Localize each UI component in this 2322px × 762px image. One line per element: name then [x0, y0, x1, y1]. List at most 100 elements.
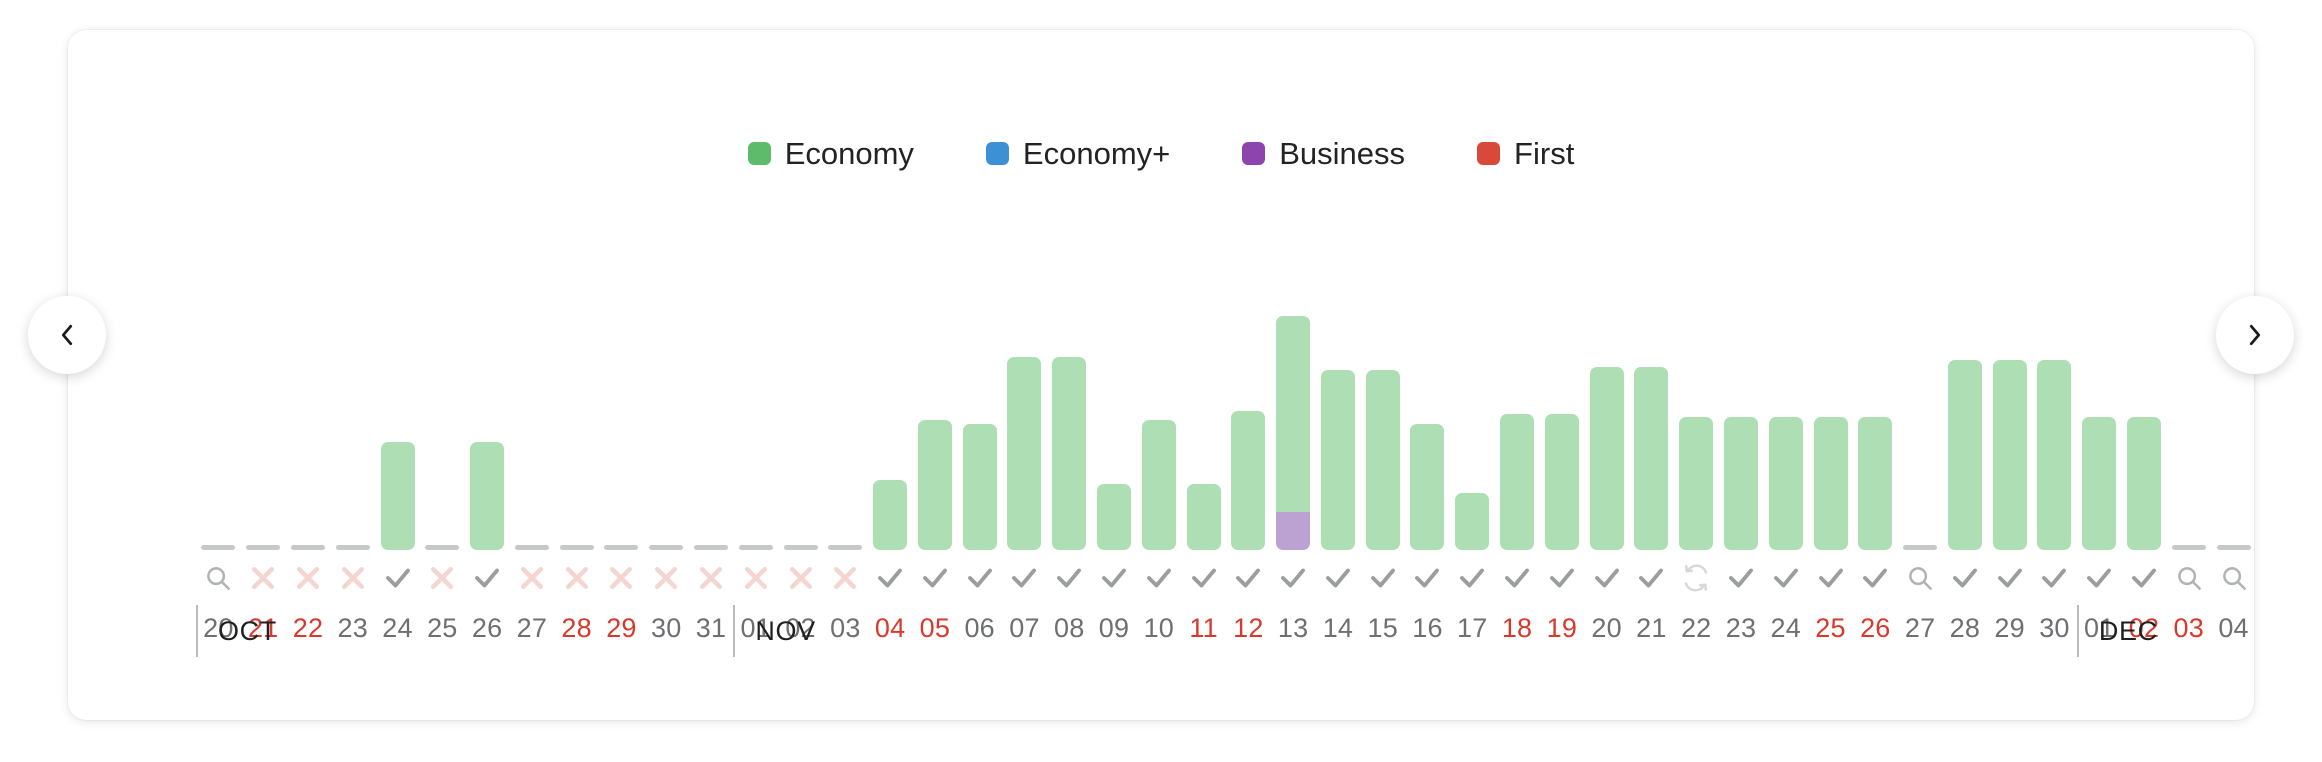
price-bar[interactable] [1858, 417, 1893, 550]
price-bar[interactable] [470, 442, 505, 550]
search-icon[interactable] [1898, 550, 1943, 606]
day-column[interactable]: 29 [1987, 280, 2032, 650]
day-column[interactable]: 31 [689, 280, 734, 650]
check-icon[interactable] [1002, 550, 1047, 606]
check-icon[interactable] [1136, 550, 1181, 606]
day-column[interactable]: 21 [241, 280, 286, 650]
day-column[interactable]: 16 [1405, 280, 1450, 650]
price-bar[interactable] [1141, 420, 1176, 550]
day-column[interactable]: 18 [1495, 280, 1540, 650]
price-bar[interactable] [2037, 360, 2072, 550]
cross-icon[interactable] [599, 550, 644, 606]
cross-icon[interactable] [330, 550, 375, 606]
price-bar[interactable] [1231, 411, 1266, 550]
check-icon[interactable] [1719, 550, 1764, 606]
day-column[interactable]: 05 [913, 280, 958, 650]
check-icon[interactable] [1405, 550, 1450, 606]
cross-icon[interactable] [689, 550, 734, 606]
price-bar[interactable] [1723, 417, 1758, 550]
check-icon[interactable] [1181, 550, 1226, 606]
check-icon[interactable] [1539, 550, 1584, 606]
cross-icon[interactable] [286, 550, 331, 606]
check-icon[interactable] [1942, 550, 1987, 606]
price-bar[interactable] [1768, 417, 1803, 550]
check-icon[interactable] [957, 550, 1002, 606]
check-icon[interactable] [1226, 550, 1271, 606]
day-column[interactable]: 13 [1271, 280, 1316, 650]
day-column[interactable]: 04 [868, 280, 913, 650]
price-bar[interactable] [2082, 417, 2117, 550]
cross-icon[interactable] [644, 550, 689, 606]
price-bar[interactable] [1052, 357, 1087, 550]
day-column[interactable]: 25 [1808, 280, 1853, 650]
day-column[interactable]: 11 [1181, 280, 1226, 650]
cross-icon[interactable] [509, 550, 554, 606]
check-icon[interactable] [1450, 550, 1495, 606]
next-week-button[interactable] [2216, 296, 2294, 374]
check-icon[interactable] [1271, 550, 1316, 606]
price-bar[interactable] [1589, 367, 1624, 550]
cross-icon[interactable] [733, 550, 778, 606]
price-bar[interactable] [873, 480, 908, 550]
search-icon[interactable] [2166, 550, 2211, 606]
price-bar[interactable] [1276, 316, 1311, 550]
price-bar[interactable] [1007, 357, 1042, 550]
legend-economy[interactable]: Economy [747, 138, 914, 169]
legend-business[interactable]: Business [1242, 138, 1405, 169]
price-bar[interactable] [1992, 360, 2027, 550]
day-column[interactable]: 06 [957, 280, 1002, 650]
cross-icon[interactable] [823, 550, 868, 606]
price-bar[interactable] [1679, 417, 1714, 550]
price-bar[interactable] [1097, 484, 1132, 550]
price-bar[interactable] [962, 424, 997, 550]
check-icon[interactable] [465, 550, 510, 606]
day-column[interactable]: 20 [1584, 280, 1629, 650]
day-column[interactable]: 26 [1853, 280, 1898, 650]
day-column[interactable]: 10 [1136, 280, 1181, 650]
check-icon[interactable] [1092, 550, 1137, 606]
day-column[interactable]: 01 [733, 280, 778, 650]
day-column[interactable]: 03 [2166, 280, 2211, 650]
day-column[interactable]: 09 [1092, 280, 1137, 650]
cross-icon[interactable] [778, 550, 823, 606]
day-column[interactable]: 30 [644, 280, 689, 650]
day-column[interactable]: 14 [1316, 280, 1361, 650]
legend-first[interactable]: First [1477, 138, 1574, 169]
day-column[interactable]: 20 [196, 280, 241, 650]
search-icon[interactable] [2211, 550, 2256, 606]
check-icon[interactable] [375, 550, 420, 606]
check-icon[interactable] [868, 550, 913, 606]
check-icon[interactable] [1360, 550, 1405, 606]
price-bar[interactable] [380, 442, 415, 550]
price-bar[interactable] [1455, 493, 1490, 550]
cross-icon[interactable] [420, 550, 465, 606]
price-bar[interactable] [1947, 360, 1982, 550]
check-icon[interactable] [1629, 550, 1674, 606]
price-bar[interactable] [1320, 370, 1355, 550]
day-column[interactable]: 27 [1898, 280, 1943, 650]
day-column[interactable]: 28 [554, 280, 599, 650]
day-column[interactable]: 26 [465, 280, 510, 650]
search-icon[interactable] [196, 550, 241, 606]
cross-icon[interactable] [241, 550, 286, 606]
refresh-icon[interactable] [1674, 550, 1719, 606]
check-icon[interactable] [1853, 550, 1898, 606]
price-bar[interactable] [2126, 417, 2161, 550]
day-column[interactable]: 17 [1450, 280, 1495, 650]
day-column[interactable]: 15 [1360, 280, 1405, 650]
day-column[interactable]: 25 [420, 280, 465, 650]
day-column[interactable]: 22 [286, 280, 331, 650]
check-icon[interactable] [1763, 550, 1808, 606]
day-column[interactable]: 08 [1047, 280, 1092, 650]
day-column[interactable]: 03 [823, 280, 868, 650]
check-icon[interactable] [2077, 550, 2122, 606]
day-column[interactable]: 24 [1763, 280, 1808, 650]
prev-week-button[interactable] [28, 296, 106, 374]
price-bar[interactable] [1634, 367, 1669, 550]
check-icon[interactable] [1584, 550, 1629, 606]
day-column[interactable]: 07 [1002, 280, 1047, 650]
day-column[interactable]: 28 [1942, 280, 1987, 650]
price-bar[interactable] [1365, 370, 1400, 550]
day-column[interactable]: 21 [1629, 280, 1674, 650]
day-column[interactable]: 27 [509, 280, 554, 650]
